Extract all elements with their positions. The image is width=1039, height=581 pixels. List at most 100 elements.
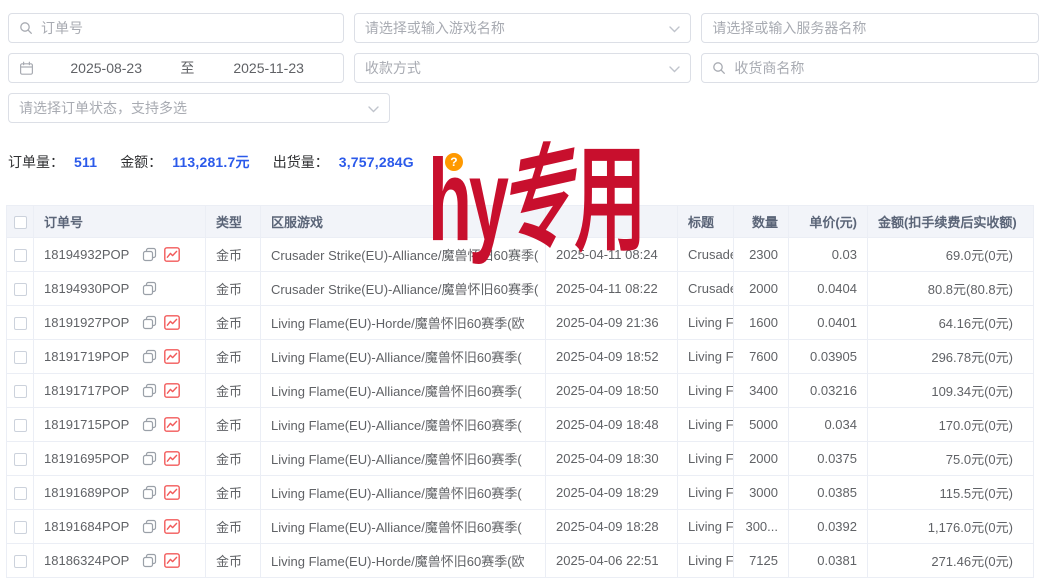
table-row: 18191717POP 金币 Living Flame(EU)-Alliance… xyxy=(7,374,1034,408)
order-number: 18191689POP xyxy=(44,485,129,500)
table-row: 18191927POP 金币 Living Flame(EU)-Horde/魔兽… xyxy=(7,306,1034,340)
unit-price: 0.0401 xyxy=(789,306,868,340)
row-checkbox[interactable] xyxy=(14,351,27,364)
copy-icon[interactable] xyxy=(142,485,157,500)
col-price: 单价(元) xyxy=(789,206,868,238)
screenshot-icon[interactable] xyxy=(164,519,180,534)
order-title: Living Fl xyxy=(678,544,734,578)
row-checkbox[interactable] xyxy=(14,317,27,330)
table-row: 18194932POP 金币 Crusader Strike(EU)-Allia… xyxy=(7,238,1034,272)
screenshot-icon[interactable] xyxy=(164,451,180,466)
quantity: 2300 xyxy=(734,238,789,272)
amount: 271.46元(0元) xyxy=(868,544,1034,578)
table-row: 18191715POP 金币 Living Flame(EU)-Alliance… xyxy=(7,408,1034,442)
date-separator: 至 xyxy=(170,58,204,78)
amount: 109.34元(0元) xyxy=(868,374,1034,408)
screenshot-icon[interactable] xyxy=(164,417,180,432)
order-type: 金币 xyxy=(206,238,261,272)
order-title: Living Fl xyxy=(678,374,734,408)
amount: 64.16元(0元) xyxy=(868,306,1034,340)
col-game: 区服游戏 xyxy=(261,206,546,238)
amount: 75.0元(0元) xyxy=(868,442,1034,476)
screenshot-icon[interactable] xyxy=(164,247,180,262)
game-server: Living Flame(EU)-Alliance/魔兽怀旧60赛季( xyxy=(261,476,546,510)
copy-icon[interactable] xyxy=(142,383,157,398)
order-title: Living Fl xyxy=(678,306,734,340)
order-title: Living Fl xyxy=(678,408,734,442)
shipment-value: 3,757,284G xyxy=(339,154,414,170)
orders-table: 订单号 类型 区服游戏 标题 数量 单价(元) 金额(扣手续费后实收额) 181… xyxy=(6,205,1039,578)
chevron-down-icon xyxy=(669,60,680,76)
unit-price: 0.0404 xyxy=(789,272,868,306)
summary-bar: 订单量： 511 金额： 113,281.7元 出货量： 3,757,284G … xyxy=(8,152,1039,172)
server-select[interactable]: 请选择或输入服务器名称 xyxy=(701,13,1039,43)
help-icon[interactable]: ? xyxy=(445,153,463,171)
order-title: Living Fl xyxy=(678,510,734,544)
col-order-no: 订单号 xyxy=(34,206,206,238)
order-no-input[interactable] xyxy=(41,20,333,36)
screenshot-icon[interactable] xyxy=(164,485,180,500)
table-header-row: 订单号 类型 区服游戏 标题 数量 单价(元) 金额(扣手续费后实收额) xyxy=(7,206,1034,238)
order-type: 金币 xyxy=(206,476,261,510)
date-start-value[interactable]: 2025-08-23 xyxy=(42,60,170,76)
order-time: 2025-04-11 08:24 xyxy=(546,238,678,272)
screenshot-icon[interactable] xyxy=(164,315,180,330)
copy-icon[interactable] xyxy=(142,247,157,262)
order-number: 18191695POP xyxy=(44,451,129,466)
game-server: Living Flame(EU)-Alliance/魔兽怀旧60赛季( xyxy=(261,442,546,476)
copy-icon[interactable] xyxy=(142,519,157,534)
order-number: 18191719POP xyxy=(44,349,129,364)
unit-price: 0.0385 xyxy=(789,476,868,510)
row-checkbox[interactable] xyxy=(14,283,27,296)
screenshot-icon[interactable] xyxy=(164,383,180,398)
supplier-search[interactable] xyxy=(701,53,1039,83)
amount: 170.0元(0元) xyxy=(868,408,1034,442)
unit-price: 0.03905 xyxy=(789,340,868,374)
row-checkbox[interactable] xyxy=(14,419,27,432)
game-select-placeholder: 请选择或输入游戏名称 xyxy=(365,18,664,38)
copy-icon[interactable] xyxy=(142,553,157,568)
game-select[interactable]: 请选择或输入游戏名称 xyxy=(354,13,692,43)
table-row: 18191684POP 金币 Living Flame(EU)-Alliance… xyxy=(7,510,1034,544)
game-server: Crusader Strike(EU)-Alliance/魔兽怀旧60赛季( xyxy=(261,238,546,272)
shipment-label: 出货量： xyxy=(273,152,329,172)
copy-icon[interactable] xyxy=(142,417,157,432)
order-time: 2025-04-09 18:50 xyxy=(546,374,678,408)
copy-icon[interactable] xyxy=(142,451,157,466)
table-row: 18194930POP 金币 Crusader Strike(EU)-Allia… xyxy=(7,272,1034,306)
amount-label: 金额： xyxy=(120,152,162,172)
order-count-value: 511 xyxy=(74,154,97,170)
order-type: 金币 xyxy=(206,442,261,476)
row-checkbox[interactable] xyxy=(14,521,27,534)
unit-price: 0.0381 xyxy=(789,544,868,578)
copy-icon[interactable] xyxy=(142,281,157,296)
order-time: 2025-04-11 08:22 xyxy=(546,272,678,306)
order-number: 18191684POP xyxy=(44,519,129,534)
row-checkbox[interactable] xyxy=(14,453,27,466)
date-end-value[interactable]: 2025-11-23 xyxy=(204,60,332,76)
col-amount: 金额(扣手续费后实收额) xyxy=(868,206,1034,238)
order-no-search[interactable] xyxy=(8,13,344,43)
order-title: Crusade xyxy=(678,272,734,306)
unit-price: 0.03216 xyxy=(789,374,868,408)
col-qty: 数量 xyxy=(734,206,789,238)
row-checkbox[interactable] xyxy=(14,487,27,500)
supplier-input[interactable] xyxy=(734,60,1028,76)
order-type: 金币 xyxy=(206,544,261,578)
table-row: 18191695POP 金币 Living Flame(EU)-Alliance… xyxy=(7,442,1034,476)
copy-icon[interactable] xyxy=(142,315,157,330)
row-checkbox[interactable] xyxy=(14,249,27,262)
order-count-label: 订单量： xyxy=(8,152,64,172)
row-checkbox[interactable] xyxy=(14,385,27,398)
amount: 115.5元(0元) xyxy=(868,476,1034,510)
select-all-checkbox[interactable] xyxy=(14,216,27,229)
row-checkbox[interactable] xyxy=(14,555,27,568)
order-title: Living Fl xyxy=(678,340,734,374)
screenshot-icon[interactable] xyxy=(164,349,180,364)
col-time xyxy=(546,206,678,238)
copy-icon[interactable] xyxy=(142,349,157,364)
date-range-picker[interactable]: 2025-08-23 至 2025-11-23 xyxy=(8,53,344,83)
payment-method-select[interactable]: 收款方式 xyxy=(354,53,692,83)
screenshot-icon[interactable] xyxy=(164,553,180,568)
order-status-select[interactable]: 请选择订单状态，支持多选 xyxy=(8,93,390,123)
